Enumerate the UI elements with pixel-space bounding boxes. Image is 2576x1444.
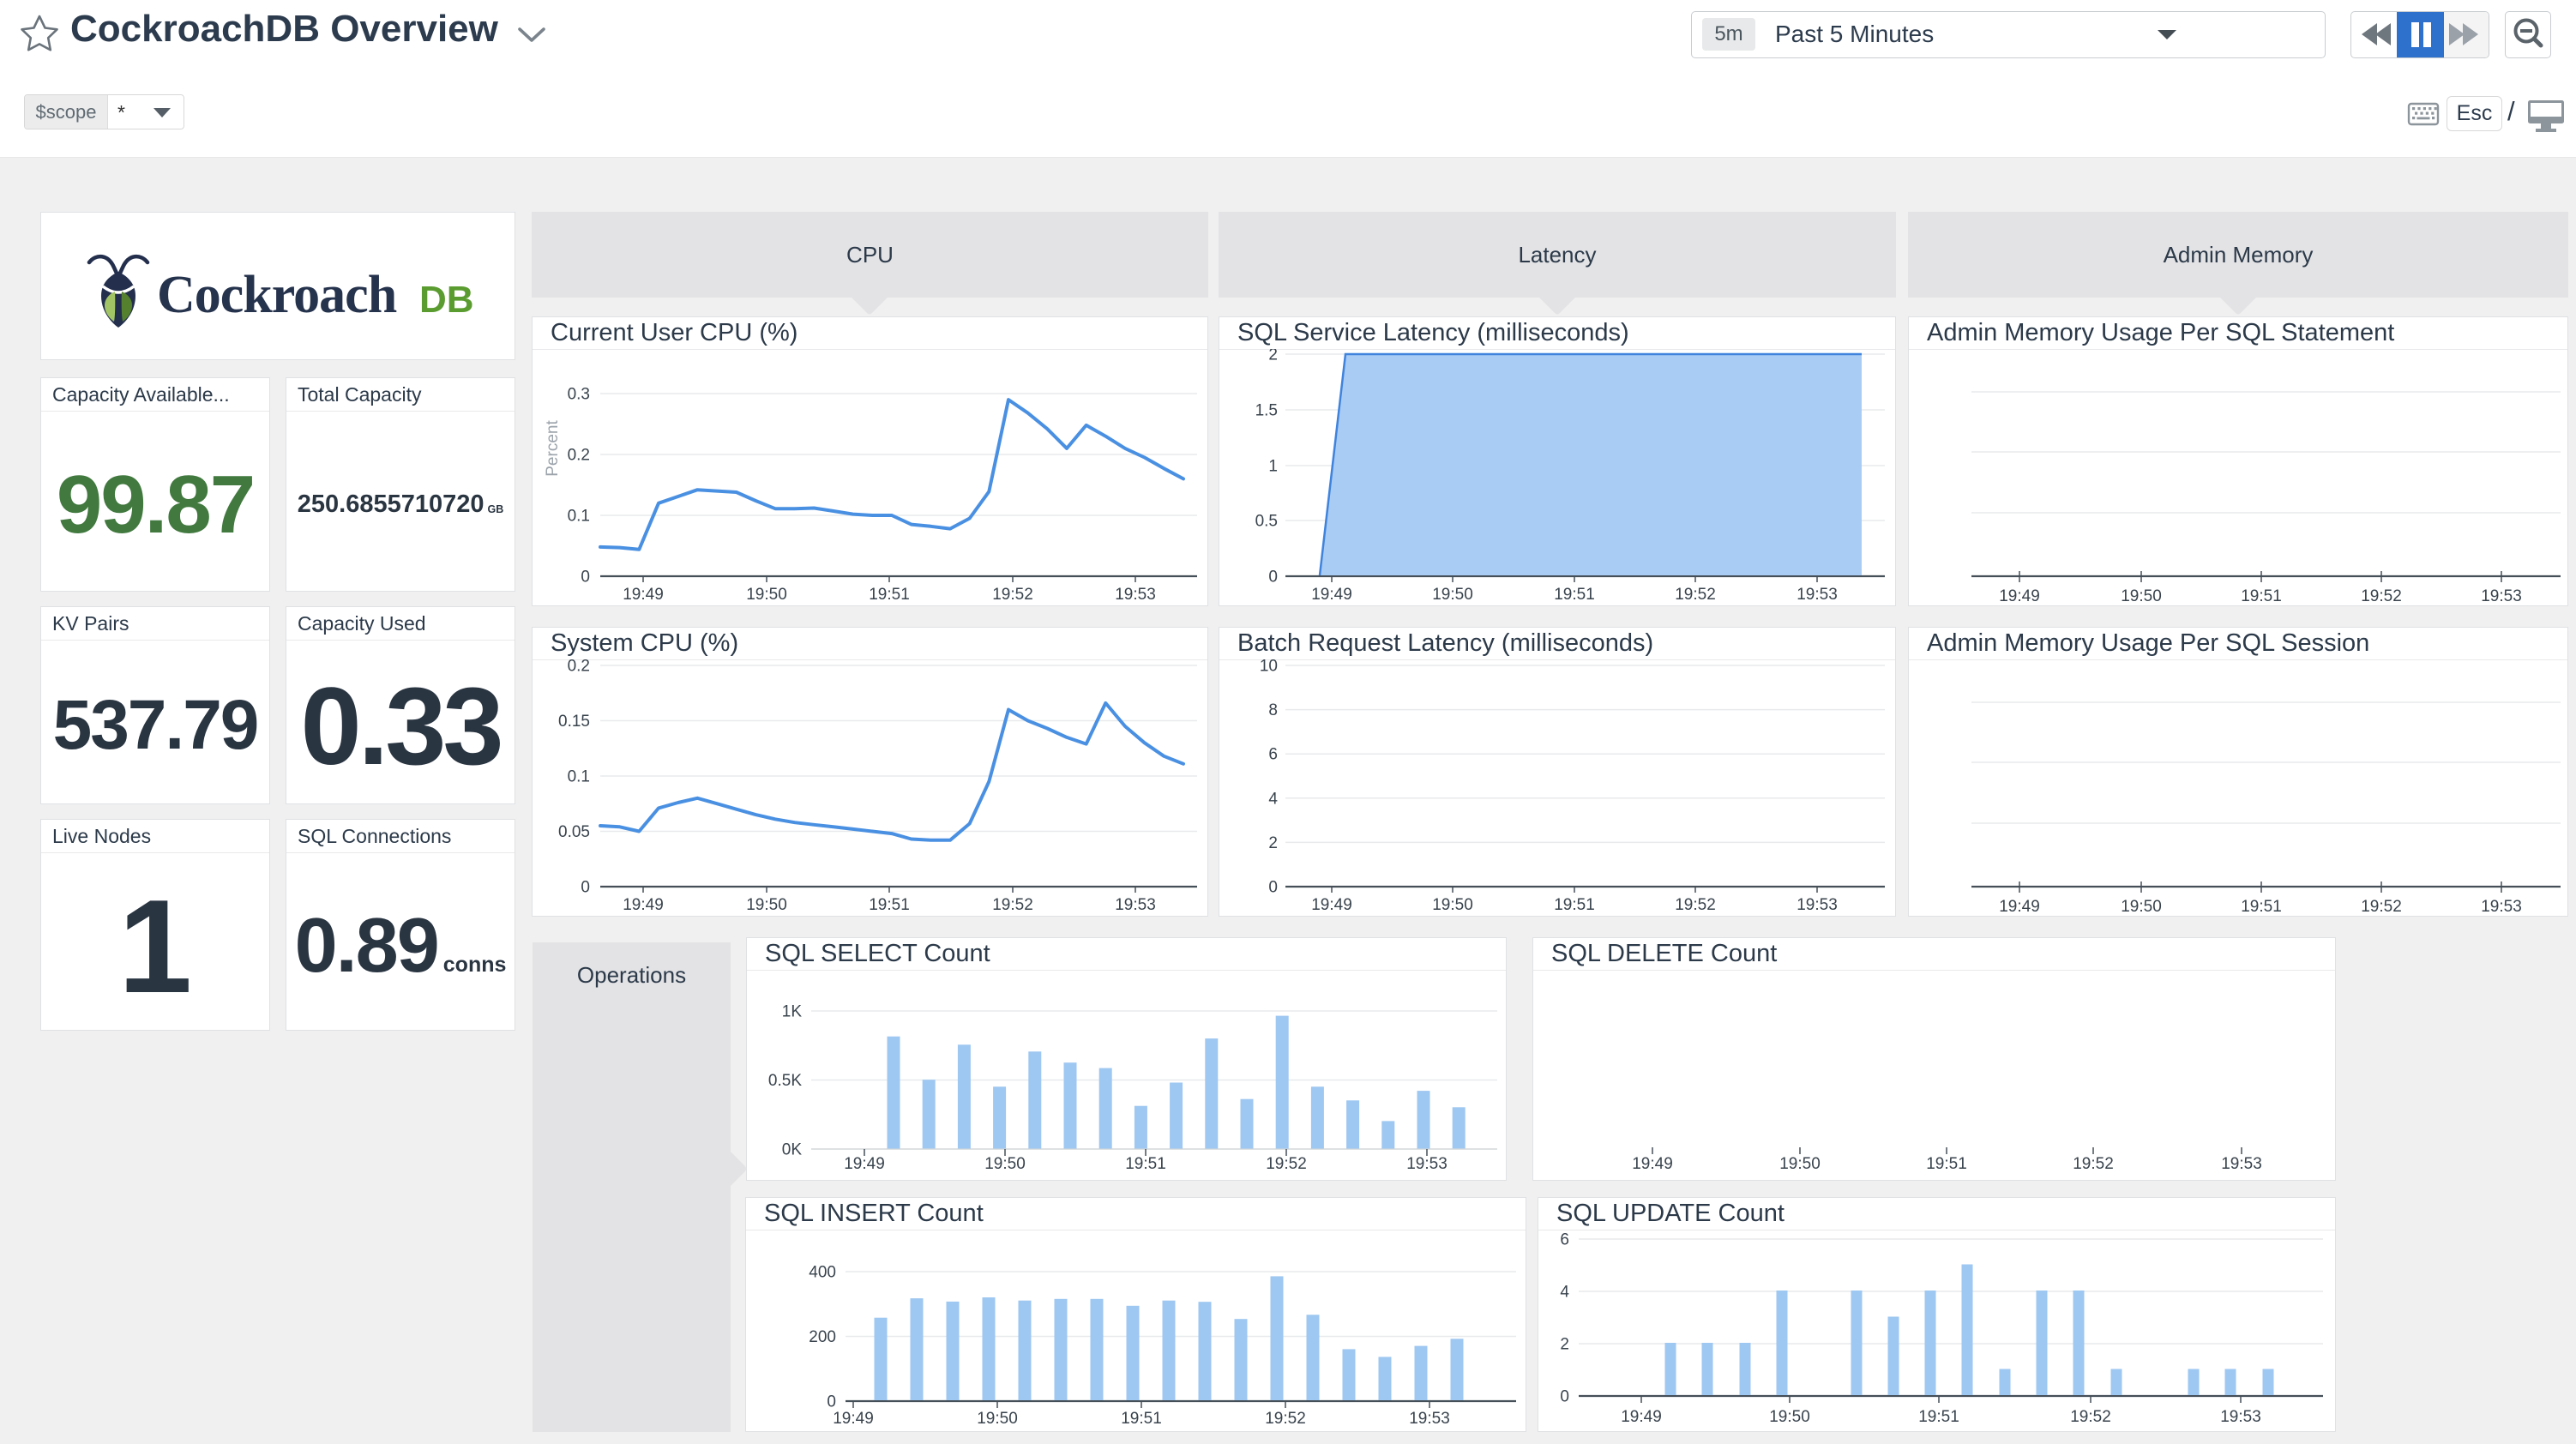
svg-text:19:52: 19:52 <box>1675 586 1716 604</box>
svg-text:0.3: 0.3 <box>568 386 590 404</box>
svg-text:19:51: 19:51 <box>1554 586 1595 604</box>
svg-text:19:53: 19:53 <box>1797 896 1838 914</box>
svg-text:19:53: 19:53 <box>2481 587 2522 605</box>
svg-text:19:53: 19:53 <box>2220 1408 2261 1426</box>
svg-text:0.2: 0.2 <box>568 447 590 465</box>
svg-text:2: 2 <box>1268 349 1278 364</box>
svg-text:19:50: 19:50 <box>2121 587 2162 605</box>
svg-text:19:49: 19:49 <box>833 1410 874 1428</box>
svg-text:19:49: 19:49 <box>623 896 664 914</box>
svg-text:19:49: 19:49 <box>623 586 664 604</box>
svg-text:2: 2 <box>1268 834 1278 852</box>
svg-text:1: 1 <box>1268 458 1278 476</box>
svg-text:6: 6 <box>1268 746 1278 764</box>
svg-text:19:50: 19:50 <box>977 1410 1018 1428</box>
svg-text:19:49: 19:49 <box>1311 896 1352 914</box>
svg-text:19:53: 19:53 <box>1115 586 1156 604</box>
svg-text:19:51: 19:51 <box>869 896 910 914</box>
svg-text:19:50: 19:50 <box>1769 1408 1810 1426</box>
svg-text:19:50: 19:50 <box>1432 586 1473 604</box>
svg-text:2: 2 <box>1560 1336 1569 1354</box>
svg-text:19:49: 19:49 <box>844 1155 885 1173</box>
svg-text:0: 0 <box>1268 879 1278 897</box>
svg-text:10: 10 <box>1260 658 1278 676</box>
svg-text:19:52: 19:52 <box>1266 1155 1307 1173</box>
svg-text:0K: 0K <box>782 1141 803 1159</box>
svg-text:19:51: 19:51 <box>1926 1155 1967 1173</box>
svg-text:19:52: 19:52 <box>1675 896 1716 914</box>
svg-text:Cockroach: Cockroach <box>157 266 397 324</box>
svg-text:0.5: 0.5 <box>1255 513 1278 531</box>
svg-text:0: 0 <box>581 569 590 587</box>
svg-text:19:49: 19:49 <box>1621 1408 1662 1426</box>
svg-text:1K: 1K <box>782 1003 803 1021</box>
svg-text:19:49: 19:49 <box>1311 586 1352 604</box>
svg-text:19:49: 19:49 <box>1999 898 2040 916</box>
svg-text:19:51: 19:51 <box>1121 1410 1162 1428</box>
svg-text:19:52: 19:52 <box>992 586 1033 604</box>
svg-text:19:53: 19:53 <box>1409 1410 1450 1428</box>
svg-text:200: 200 <box>809 1328 836 1346</box>
svg-text:0.1: 0.1 <box>568 508 590 526</box>
svg-text:DB: DB <box>419 279 474 321</box>
svg-text:19:51: 19:51 <box>1918 1408 1959 1426</box>
svg-text:19:53: 19:53 <box>1406 1155 1447 1173</box>
svg-text:0: 0 <box>1268 569 1278 587</box>
svg-text:19:52: 19:52 <box>1265 1410 1306 1428</box>
svg-text:19:53: 19:53 <box>1797 586 1838 604</box>
svg-text:19:51: 19:51 <box>2241 587 2282 605</box>
svg-text:19:52: 19:52 <box>2361 587 2402 605</box>
svg-text:1.5: 1.5 <box>1255 402 1278 420</box>
svg-text:19:52: 19:52 <box>2361 898 2402 916</box>
svg-text:0.2: 0.2 <box>568 658 590 676</box>
svg-text:19:50: 19:50 <box>746 896 787 914</box>
svg-text:19:49: 19:49 <box>1999 587 2040 605</box>
svg-text:0.1: 0.1 <box>568 768 590 786</box>
svg-text:0: 0 <box>827 1393 836 1411</box>
svg-text:19:53: 19:53 <box>1115 896 1156 914</box>
svg-text:19:51: 19:51 <box>1554 896 1595 914</box>
svg-text:0: 0 <box>1560 1388 1569 1406</box>
svg-text:19:52: 19:52 <box>992 896 1033 914</box>
svg-text:19:50: 19:50 <box>746 586 787 604</box>
svg-text:19:51: 19:51 <box>1125 1155 1166 1173</box>
svg-text:0: 0 <box>581 879 590 897</box>
svg-text:400: 400 <box>809 1264 836 1282</box>
svg-text:19:50: 19:50 <box>1779 1155 1821 1173</box>
svg-text:8: 8 <box>1268 701 1278 719</box>
svg-text:0.5K: 0.5K <box>768 1072 802 1090</box>
svg-text:19:53: 19:53 <box>2221 1155 2262 1173</box>
svg-text:4: 4 <box>1268 790 1278 808</box>
svg-text:0.05: 0.05 <box>558 823 590 841</box>
svg-text:19:51: 19:51 <box>869 586 910 604</box>
svg-text:6: 6 <box>1560 1232 1569 1249</box>
svg-text:19:52: 19:52 <box>2073 1155 2114 1173</box>
svg-text:19:49: 19:49 <box>1632 1155 1673 1173</box>
svg-text:19:50: 19:50 <box>2121 898 2162 916</box>
svg-text:19:53: 19:53 <box>2481 898 2522 916</box>
svg-text:0.15: 0.15 <box>558 713 590 731</box>
svg-text:Percent: Percent <box>544 420 562 477</box>
svg-text:19:50: 19:50 <box>1432 896 1473 914</box>
svg-text:19:50: 19:50 <box>984 1155 1026 1173</box>
svg-text:4: 4 <box>1560 1284 1569 1302</box>
svg-text:19:52: 19:52 <box>2070 1408 2111 1426</box>
svg-text:19:51: 19:51 <box>2241 898 2282 916</box>
